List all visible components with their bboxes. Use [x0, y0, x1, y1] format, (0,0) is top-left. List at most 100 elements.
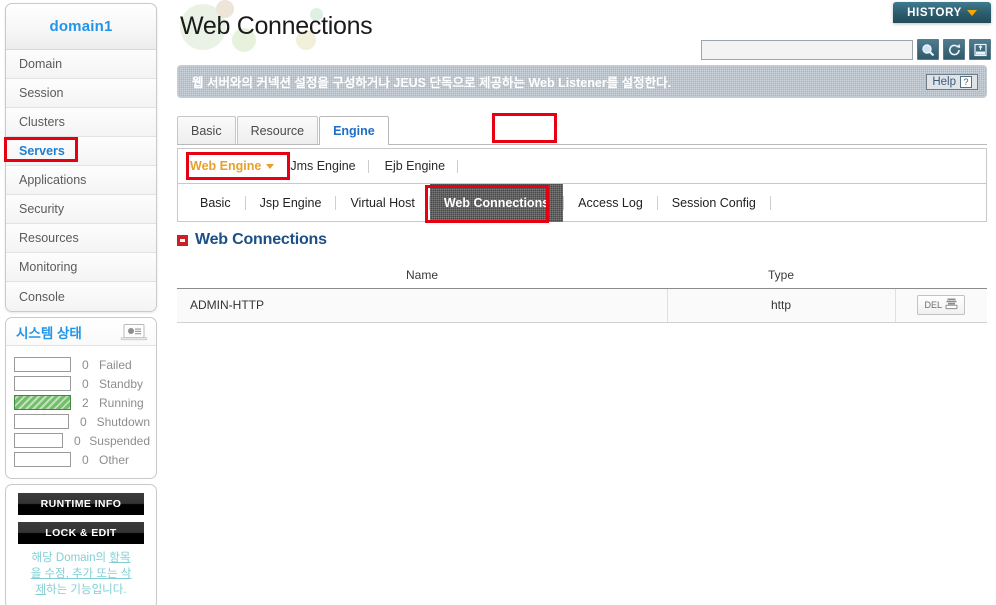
engine-selector: Web Engine Jms Engine Ejb Engine	[177, 148, 987, 184]
runtime-info-button[interactable]: RUNTIME INFO	[18, 493, 144, 515]
status-count: 0	[82, 452, 89, 467]
sidebar-item-applications[interactable]: Applications	[6, 166, 156, 195]
chevron-down-icon	[266, 163, 275, 169]
tab-basic[interactable]: Basic	[177, 116, 236, 144]
sidebar-item-console[interactable]: Console	[6, 282, 156, 311]
status-row-failed: 0 Failed	[14, 355, 150, 374]
search-input[interactable]	[701, 39, 913, 60]
domain-title: domain1	[49, 18, 113, 35]
status-label: Failed	[99, 357, 132, 372]
xml-export-icon[interactable]	[969, 39, 991, 60]
history-label: HISTORY	[907, 6, 962, 19]
help-text-link3[interactable]: 제	[35, 584, 46, 596]
table-header-row: Name Type	[177, 262, 987, 289]
engine-option-jms-engine[interactable]: Jms Engine	[286, 159, 367, 173]
sidebar-item-label: Console	[19, 289, 65, 304]
column-header-name: Name	[177, 262, 667, 289]
primary-tabs: Basic Resource Engine	[177, 116, 987, 145]
domain-header: domain1	[5, 3, 157, 49]
system-status-title: 시스템 상태	[16, 325, 82, 341]
engine-option-ejb-engine[interactable]: Ejb Engine	[381, 159, 457, 173]
engine-option-label: Jms Engine	[290, 159, 356, 173]
help-button[interactable]: Help ?	[926, 73, 978, 90]
sidebar-item-label: Domain	[19, 57, 63, 71]
table-body: ADMIN-HTTP http DEL	[177, 287, 987, 323]
column-header-type: Type	[667, 262, 895, 289]
laptop-chart-icon[interactable]	[120, 323, 148, 341]
status-label: Shutdown	[96, 414, 150, 429]
separator	[769, 195, 771, 210]
sidebar-item-label: Applications	[19, 173, 87, 187]
status-count: 2	[82, 395, 89, 410]
sidebar-actions: RUNTIME INFO LOCK & EDIT 해당 Domain의 항목 을…	[5, 484, 157, 605]
section-header: Web Connections	[177, 231, 327, 249]
engine-option-web-engine[interactable]: Web Engine	[186, 159, 286, 173]
tab-virtual-host[interactable]: Virtual Host	[336, 184, 428, 222]
help-text-link1[interactable]: 항목	[109, 552, 130, 564]
sidebar-help-text: 해당 Domain의 항목 을 수정, 추가 또는 삭 제하는 기능입니다.	[18, 550, 144, 598]
status-row-other: 0 Other	[14, 450, 150, 469]
tab-session-config[interactable]: Session Config	[658, 184, 770, 222]
sidebar-item-label: Clusters	[19, 115, 65, 129]
sidebar-item-resources[interactable]: Resources	[6, 224, 156, 253]
status-bar	[14, 357, 71, 372]
sidebar-item-security[interactable]: Security	[6, 195, 156, 224]
delete-stack-icon	[945, 298, 958, 312]
sidebar-item-label: Monitoring	[19, 260, 78, 274]
sidebar-item-label: Security	[19, 202, 65, 216]
system-status-header: 시스템 상태	[6, 318, 156, 346]
sidebar: domain1 Domain Session Clusters Servers …	[4, 3, 157, 605]
cell-type: http	[667, 287, 896, 323]
help-text-link2[interactable]: 을 수정, 추가 또는 삭	[31, 568, 132, 580]
engine-option-label: Ejb Engine	[384, 159, 446, 173]
system-status-panel: 시스템 상태 0 Failed 0 Standby 2 Running 0 Sh…	[5, 317, 157, 479]
sidebar-item-monitoring[interactable]: Monitoring	[6, 253, 156, 282]
search-icon[interactable]	[917, 39, 939, 60]
separator	[457, 159, 459, 173]
status-bar	[14, 433, 64, 448]
status-bar	[14, 395, 71, 410]
history-button[interactable]: HISTORY	[893, 2, 991, 23]
sidebar-item-session[interactable]: Session	[6, 79, 156, 108]
cell-actions: DEL	[895, 287, 987, 323]
refresh-icon[interactable]	[943, 39, 965, 60]
status-label: Suspended	[89, 433, 150, 448]
sidebar-item-servers[interactable]: Servers	[6, 137, 156, 166]
separator	[367, 159, 369, 173]
tab-jsp-engine[interactable]: Jsp Engine	[246, 184, 336, 222]
tab-resource[interactable]: Resource	[236, 116, 319, 144]
table-row[interactable]: ADMIN-HTTP http DEL	[177, 287, 987, 323]
search-toolbar	[701, 39, 991, 60]
tab-access-log[interactable]: Access Log	[564, 184, 657, 222]
cell-name: ADMIN-HTTP	[177, 287, 668, 323]
page-title: Web Connections	[180, 12, 373, 40]
console-page: domain1 Domain Session Clusters Servers …	[0, 0, 996, 605]
status-row-suspended: 0 Suspended	[14, 431, 150, 450]
delete-button-label: DEL	[924, 300, 942, 310]
sidebar-item-domain[interactable]: Domain	[6, 50, 156, 79]
status-label: Standby	[99, 376, 144, 391]
help-text-part1: 해당 Domain의	[31, 552, 110, 564]
column-header-actions	[895, 262, 987, 289]
status-count: 0	[82, 357, 89, 372]
sidebar-nav: Domain Session Clusters Servers Applicat…	[5, 49, 157, 312]
status-label: Other	[99, 452, 130, 467]
delete-button[interactable]: DEL	[917, 295, 965, 315]
section-title: Web Connections	[195, 231, 327, 248]
status-bar	[14, 376, 71, 391]
sidebar-item-label: Servers	[19, 144, 65, 158]
tab-basic[interactable]: Basic	[186, 184, 245, 222]
secondary-tabs: Basic Jsp Engine Virtual Host Web Connec…	[177, 183, 987, 222]
status-count: 0	[82, 376, 89, 391]
status-count: 0	[80, 414, 87, 429]
description-text: 웹 서버와의 커넥션 설정을 구성하거나 JEUS 단독으로 제공하는 Web …	[192, 76, 672, 90]
lock-and-edit-button[interactable]: LOCK & EDIT	[18, 522, 144, 544]
description-bar: 웹 서버와의 커넥션 설정을 구성하거나 JEUS 단독으로 제공하는 Web …	[177, 65, 987, 98]
sidebar-item-clusters[interactable]: Clusters	[6, 108, 156, 137]
main-content: Web Connections HISTORY 웹 서버와의 커넥션 설정을 구…	[168, 0, 996, 605]
tab-engine[interactable]: Engine	[319, 116, 389, 145]
help-text-part2: 하는 기능입니다.	[46, 584, 127, 596]
status-bar	[14, 452, 71, 467]
system-status-rows: 0 Failed 0 Standby 2 Running 0 Shutdown	[6, 346, 156, 478]
tab-web-connections[interactable]: Web Connections	[430, 183, 563, 222]
